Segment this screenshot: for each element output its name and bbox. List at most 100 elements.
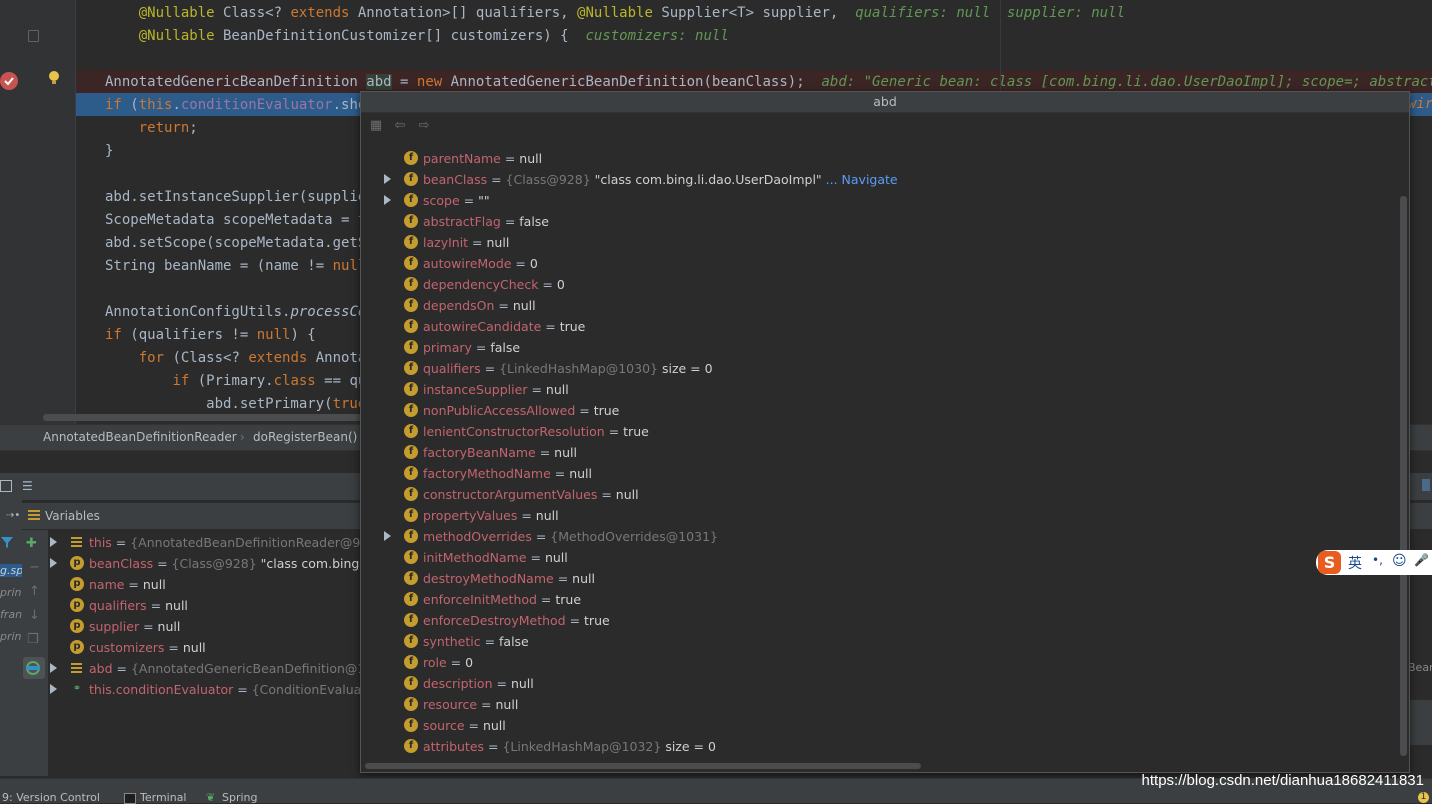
expand-arrow-icon[interactable] [384,174,391,184]
var-type-ref: {AnnotatedBeanDefinitionReader@926} [130,535,385,550]
variables-side-tools: ✚ − ↑ ↓ ❐ [22,530,49,776]
popup-toolbar: ▦ ⇦ ⇨ [361,113,1409,139]
var-name: propertyValues [423,508,518,523]
navigate-link[interactable]: ... Navigate [822,172,898,187]
code-line[interactable]: abd.setInstanceSupplier(supplier [105,186,375,209]
var-equals: = [565,613,585,628]
popup-horizontal-scrollbar[interactable] [365,763,921,769]
var-value: true [584,613,610,628]
expand-arrow-icon[interactable] [50,684,57,694]
frame-item-fragment[interactable]: fran [0,608,22,621]
expand-arrow-icon[interactable] [50,537,57,547]
terminal-tab[interactable]: Terminal [140,791,187,804]
breadcrumb-class[interactable]: AnnotatedBeanDefinitionReader [43,425,237,450]
filter-icon[interactable] [0,534,14,548]
var-value: null [544,550,568,565]
copy-icon[interactable]: ❐ [27,632,39,647]
code-line[interactable]: } [105,140,113,163]
lightbulb-icon[interactable] [48,70,60,84]
editor-horizontal-scrollbar[interactable] [43,414,363,421]
pin-icon[interactable]: ▦ [369,119,383,133]
ime-toolbar[interactable]: S 英 •, ☺ 🎤 [1316,550,1432,575]
var-name: instanceSupplier [423,382,528,397]
right-edge-fragment: Bean [1408,661,1432,674]
code-line[interactable]: ScopeMetadata scopeMetadata = th [105,209,375,232]
ime-punctuation-icon[interactable]: •, [1372,553,1383,567]
frame-item-fragment[interactable]: g.sp [0,564,24,577]
code-line[interactable]: abd.setScope(scopeMetadata.getSco [105,232,383,255]
remove-watch-icon[interactable]: − [29,560,40,575]
editor-gutter[interactable] [0,0,76,424]
var-equals: = [511,256,530,271]
field-icon: f [404,655,418,669]
popup-tree[interactable]: f parentName = null f beanClass = {Class@92… [361,139,1397,759]
expand-arrow-icon[interactable] [384,195,391,205]
var-equals: = [575,403,594,418]
var-equals: = [139,619,158,634]
restore-layout-icon[interactable]: ⇢• [6,503,20,529]
layout-icon[interactable] [0,480,12,492]
var-name: factoryBeanName [423,445,536,460]
field-icon: f [404,508,418,522]
notification-badge[interactable]: 1 [1418,792,1429,803]
frame-item-fragment[interactable]: prin [0,586,22,599]
forward-arrow-icon[interactable]: ⇨ [417,119,431,133]
code-line[interactable]: for (Class<? extends Annotat [105,347,375,370]
var-equals: = [597,487,616,502]
expand-arrow-icon[interactable] [50,558,57,568]
field-icon: f [404,256,418,270]
code-line[interactable]: abd.setPrimary(true) [105,393,375,416]
var-name: role [423,655,447,670]
back-arrow-icon[interactable]: ⇦ [393,119,407,133]
var-value: null [572,571,595,586]
ime-mic-icon[interactable]: 🎤 [1414,553,1429,567]
var-equals: = [124,577,143,592]
var-name: autowireCandidate [423,319,542,334]
code-right-fragment: wire [1408,96,1432,112]
var-value: null [545,382,569,397]
code-line[interactable]: if (Primary.class == qua [105,370,374,393]
var-name: qualifiers [89,598,147,613]
popup-vertical-scrollbar[interactable] [1400,196,1407,756]
var-name: initMethodName [423,550,527,565]
inspect-popup[interactable]: abd ▦ ⇦ ⇨ f parentName = null f beanClass =… [360,91,1410,773]
breakpoint-icon[interactable] [0,72,18,90]
code-line[interactable]: @Nullable Class<? extends Annotation>[] … [105,2,1125,25]
breadcrumb-method[interactable]: doRegisterBean() [253,425,357,450]
var-type-ref: {Class@928} [171,556,257,571]
expand-arrow-icon[interactable] [384,531,391,541]
code-line[interactable]: String beanName = (name != null [105,255,375,278]
spring-tab[interactable]: Spring [222,791,258,804]
var-equals: = [535,445,555,460]
var-equals: = [538,277,557,292]
field-icon: f [404,634,418,648]
code-line[interactable]: return; [105,117,198,140]
ime-logo-icon[interactable]: S [1318,551,1341,574]
parameter-icon: p [70,577,84,591]
field-icon: f [404,466,418,480]
expand-arrow-icon[interactable] [50,663,57,673]
ime-emoji-icon[interactable]: ☺ [1392,553,1407,569]
code-line[interactable]: @Nullable BeanDefinitionCustomizer[] cus… [105,25,729,48]
new-watch-icon[interactable]: ✚ [26,536,37,551]
var-name: qualifiers [423,361,481,376]
threads-icon[interactable]: ☰ [22,479,33,493]
ime-language[interactable]: 英 [1348,553,1362,573]
show-watches-toggle-icon[interactable] [23,657,45,679]
field-icon: f [404,676,418,690]
version-control-tab[interactable]: 9: Version Control [2,791,100,804]
move-down-icon[interactable]: ↓ [29,608,40,623]
code-line[interactable]: AnnotationConfigUtils.processCom [105,301,375,324]
parameter-icon: p [70,640,84,654]
code-line[interactable]: if (qualifiers != null) { [105,324,316,347]
frame-item-fragment[interactable]: prin [0,630,22,643]
fold-marker-icon[interactable] [28,30,39,42]
popup-title[interactable]: abd [361,92,1409,113]
move-up-icon[interactable]: ↑ [29,584,40,599]
var-equals: = [112,661,131,676]
var-name: synthetic [423,634,481,649]
code-line[interactable]: if (this.conditionEvaluator.shou [105,94,375,117]
var-value: null [569,466,592,481]
var-name: customizers [89,640,165,655]
var-equals: = [477,697,496,712]
